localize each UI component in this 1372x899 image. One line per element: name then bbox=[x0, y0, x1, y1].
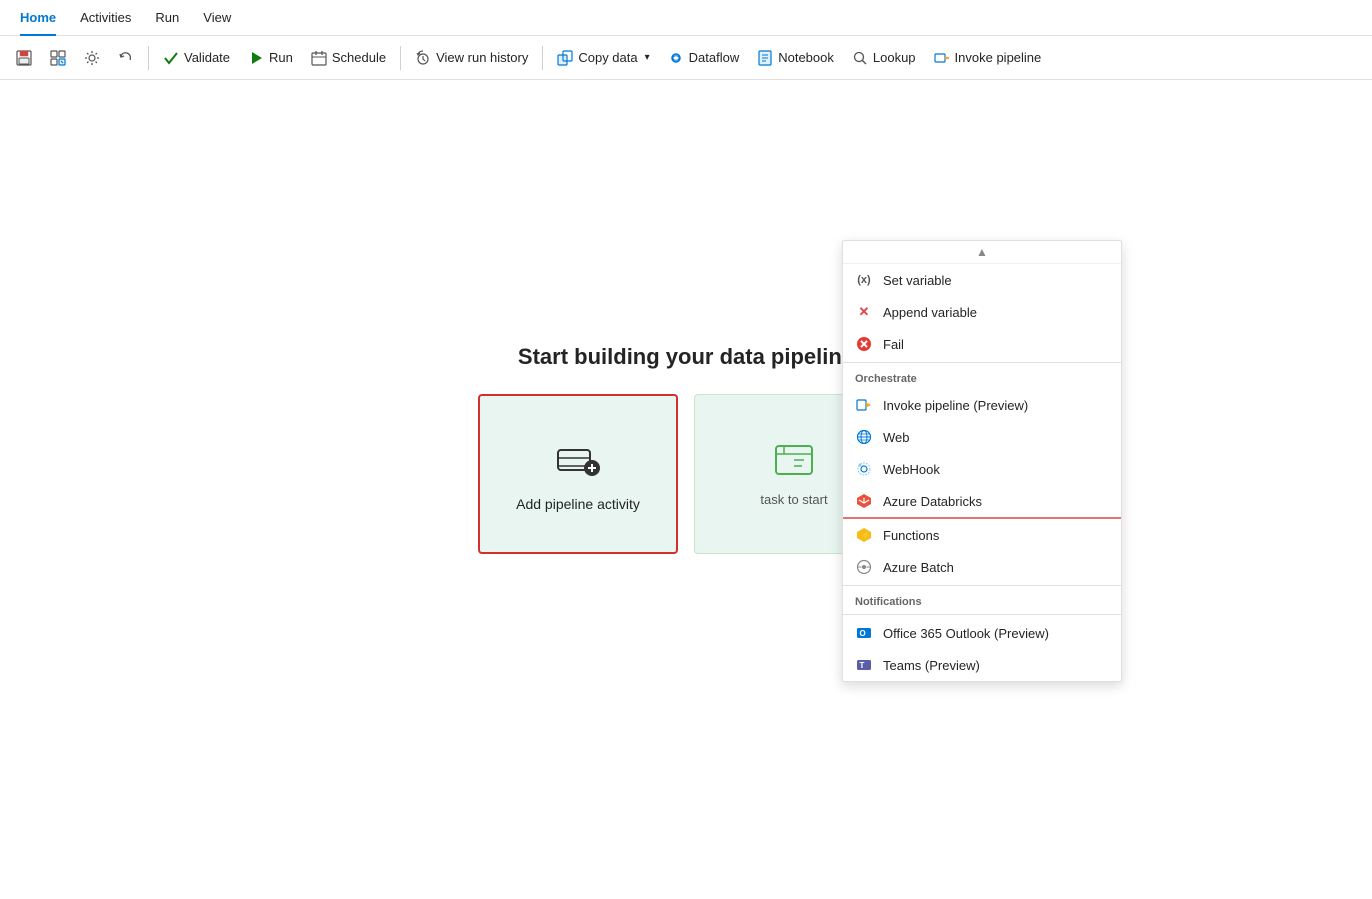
notebook-button[interactable]: Notebook bbox=[749, 42, 842, 74]
add-activity-label: Add pipeline activity bbox=[516, 496, 640, 512]
invoke-pipeline-label: Invoke pipeline bbox=[955, 50, 1042, 65]
scroll-up-arrow: ▲ bbox=[976, 245, 988, 259]
divider1 bbox=[843, 362, 1121, 363]
undo-icon bbox=[118, 50, 134, 66]
invoke-icon bbox=[934, 50, 950, 66]
history-icon bbox=[415, 50, 431, 66]
copy-data-dropdown-arrow: ▾ bbox=[645, 52, 650, 63]
validate-label: Validate bbox=[184, 50, 230, 65]
functions-label: Functions bbox=[883, 528, 939, 543]
save-button[interactable] bbox=[8, 42, 40, 74]
add-activity-icon bbox=[554, 436, 602, 484]
activity-dropdown-panel: ▲ (x) Set variable ✕ Append variable bbox=[842, 240, 1122, 682]
view-run-history-button[interactable]: View run history bbox=[407, 42, 536, 74]
activity-cards: Add pipeline activity task to start bbox=[478, 394, 894, 554]
svg-text:T: T bbox=[860, 661, 865, 670]
web-icon bbox=[855, 428, 873, 446]
divider3 bbox=[843, 614, 1121, 615]
validate-button[interactable]: Validate bbox=[155, 42, 238, 74]
schedule-label: Schedule bbox=[332, 50, 386, 65]
azurebatch-icon bbox=[855, 558, 873, 576]
add-activity-card[interactable]: Add pipeline activity bbox=[478, 394, 678, 554]
dropdown-item-functions[interactable]: ⚡ Functions bbox=[843, 519, 1121, 551]
svg-text:O: O bbox=[860, 629, 866, 638]
calendar-icon bbox=[311, 50, 327, 66]
set-variable-label: Set variable bbox=[883, 273, 952, 288]
menu-item-activities[interactable]: Activities bbox=[68, 0, 143, 36]
edit-button[interactable] bbox=[42, 42, 74, 74]
copy-data-button[interactable]: Copy data ▾ bbox=[549, 42, 657, 74]
save-icon bbox=[16, 50, 32, 66]
copy-data-icon bbox=[557, 50, 573, 66]
scroll-indicator: ▲ bbox=[843, 241, 1121, 264]
dropdown-item-azure-batch[interactable]: Azure Batch bbox=[843, 551, 1121, 583]
run-button[interactable]: Run bbox=[240, 42, 301, 74]
svg-text:⚡: ⚡ bbox=[861, 530, 871, 540]
web-label: Web bbox=[883, 430, 910, 445]
dataflow-label: Dataflow bbox=[689, 50, 740, 65]
notebook-label: Notebook bbox=[778, 50, 834, 65]
dropdown-item-webhook[interactable]: WebHook bbox=[843, 453, 1121, 485]
dropdown-item-azure-databricks[interactable]: Azure Databricks bbox=[843, 485, 1121, 519]
menu-item-run[interactable]: Run bbox=[143, 0, 191, 36]
orchestrate-section: Orchestrate bbox=[843, 365, 1121, 389]
pipeline-title: Start building your data pipeline bbox=[518, 344, 854, 370]
dropdown-item-fail[interactable]: Fail bbox=[843, 328, 1121, 360]
azure-databricks-label: Azure Databricks bbox=[883, 494, 982, 509]
appendvar-icon: ✕ bbox=[855, 303, 873, 321]
gear-icon bbox=[84, 50, 100, 66]
invoke-pipeline-preview-label: Invoke pipeline (Preview) bbox=[883, 398, 1028, 413]
sep1 bbox=[148, 46, 149, 70]
canvas-center: Start building your data pipeline bbox=[478, 344, 894, 554]
invoke-pipeline-button[interactable]: Invoke pipeline bbox=[926, 42, 1050, 74]
menu-item-home[interactable]: Home bbox=[8, 0, 68, 36]
settings-button[interactable] bbox=[76, 42, 108, 74]
dropdown-item-append-variable[interactable]: ✕ Append variable bbox=[843, 296, 1121, 328]
task-card-icon bbox=[774, 440, 814, 480]
notebook-icon bbox=[757, 50, 773, 66]
dropdown-item-office365[interactable]: O Office 365 Outlook (Preview) bbox=[843, 617, 1121, 649]
schedule-button[interactable]: Schedule bbox=[303, 42, 394, 74]
office-icon: O bbox=[855, 624, 873, 642]
task-card-label: task to start bbox=[760, 492, 827, 507]
fail-label: Fail bbox=[883, 337, 904, 352]
lookup-icon bbox=[852, 50, 868, 66]
teams-label: Teams (Preview) bbox=[883, 658, 980, 673]
dataflow-icon bbox=[668, 50, 684, 66]
undo-button[interactable] bbox=[110, 42, 142, 74]
functions-icon: ⚡ bbox=[855, 526, 873, 544]
fail-icon bbox=[855, 335, 873, 353]
menu-item-view[interactable]: View bbox=[191, 0, 243, 36]
toolbar: Validate Run Schedule bbox=[0, 36, 1372, 80]
teams-icon: T bbox=[855, 656, 873, 674]
menu-bar: Home Activities Run View bbox=[0, 0, 1372, 36]
play-icon bbox=[248, 50, 264, 66]
dropdown-item-web[interactable]: Web bbox=[843, 421, 1121, 453]
dropdown-item-set-variable[interactable]: (x) Set variable bbox=[843, 264, 1121, 296]
setvariable-icon: (x) bbox=[855, 271, 873, 289]
append-variable-label: Append variable bbox=[883, 305, 977, 320]
lookup-button[interactable]: Lookup bbox=[844, 42, 924, 74]
dropdown-item-teams[interactable]: T Teams (Preview) bbox=[843, 649, 1121, 681]
check-icon bbox=[163, 50, 179, 66]
webhook-label: WebHook bbox=[883, 462, 940, 477]
dataflow-button[interactable]: Dataflow bbox=[660, 42, 748, 74]
copy-data-label: Copy data bbox=[578, 50, 637, 65]
office365-label: Office 365 Outlook (Preview) bbox=[883, 626, 1049, 641]
edit-icon bbox=[50, 50, 66, 66]
lookup-label: Lookup bbox=[873, 50, 916, 65]
webhook-icon bbox=[855, 460, 873, 478]
sep3 bbox=[542, 46, 543, 70]
view-run-history-label: View run history bbox=[436, 50, 528, 65]
azure-batch-label: Azure Batch bbox=[883, 560, 954, 575]
sep2 bbox=[400, 46, 401, 70]
divider2 bbox=[843, 585, 1121, 586]
dropdown-inner[interactable]: (x) Set variable ✕ Append variable Fail bbox=[843, 264, 1121, 681]
run-label: Run bbox=[269, 50, 293, 65]
notifications-section: Notifications bbox=[843, 588, 1121, 612]
databricks-icon bbox=[855, 492, 873, 510]
canvas-area: Start building your data pipeline bbox=[0, 80, 1372, 899]
dropdown-item-invoke-pipeline[interactable]: Invoke pipeline (Preview) bbox=[843, 389, 1121, 421]
invoke-pipeline-icon bbox=[855, 396, 873, 414]
